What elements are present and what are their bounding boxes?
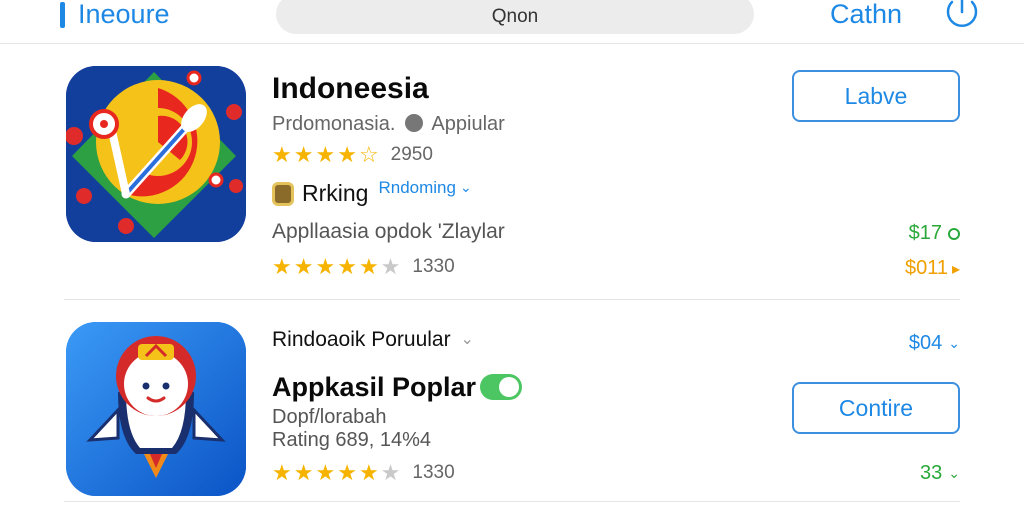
section-dropdown[interactable]: Rindoaoik Poruular ⌄	[272, 328, 474, 352]
search-input-text[interactable]: Qnon	[276, 6, 754, 28]
app-subtitle: Dopf/lorabah	[272, 406, 387, 428]
price-top-value[interactable]: $04	[909, 332, 942, 355]
empty-star-icon: ★	[380, 254, 401, 279]
star-icon: ★	[272, 460, 292, 485]
star-icon: ★	[293, 142, 314, 167]
section-label-text[interactable]: Rindoaoik Poruular	[272, 328, 451, 351]
back-button[interactable]: Ineoure	[78, 0, 170, 28]
app-title[interactable]: Appkasil Poplar	[272, 372, 476, 403]
star-icon: ★	[315, 142, 336, 167]
star-icon: ★	[358, 460, 379, 485]
rating-text: Rating 689, 14%4	[272, 429, 432, 451]
star-icon: ★	[337, 460, 357, 485]
star-icon: ★	[293, 460, 314, 485]
rating-count: 2950	[390, 144, 433, 165]
price-secondary-value: $011	[904, 257, 948, 279]
price-primary: $17	[909, 222, 960, 245]
star-icon: ★	[315, 254, 336, 279]
price-bottom-value[interactable]: 33	[920, 462, 942, 485]
ranking-dropdown[interactable]: Rndoming	[378, 178, 456, 198]
power-icon[interactable]	[944, 0, 980, 30]
cancel-button[interactable]: Cathn	[830, 0, 902, 28]
get-button[interactable]: Labve	[792, 70, 960, 122]
star-icon: ★	[337, 142, 357, 167]
continue-button[interactable]: Contire	[792, 382, 960, 434]
price-bottom[interactable]: 33 ⌄	[920, 462, 960, 485]
price-primary-value: $17	[908, 222, 942, 244]
empty-star-icon: ★	[380, 460, 401, 485]
star-icon: ★	[337, 254, 357, 279]
medal-icon	[272, 181, 294, 206]
rating-count: 1330	[412, 462, 455, 483]
ranking-label: Rrking	[302, 180, 369, 206]
chevron-down-icon[interactable]: ⌄	[948, 465, 960, 482]
app-description: Appllaasia opdok 'Zlaylar	[272, 220, 505, 243]
star-icon: ★	[315, 460, 336, 485]
app-list-item[interactable]: Indoneesia Prdomonasia. Appiular ★ ★ ★ ★…	[64, 64, 960, 300]
developer-name: Prdomonasia.	[272, 113, 396, 135]
app-list-item[interactable]: Rindoaoik Poruular ⌄ $04 ⌄ Appkasil Popl…	[64, 322, 960, 502]
search-field[interactable]: Qnon	[276, 0, 754, 34]
chevron-down-icon[interactable]: ⌄	[460, 179, 472, 196]
play-icon: ▸	[951, 260, 960, 278]
toggle-switch[interactable]	[480, 374, 522, 400]
app-icon-rocket[interactable]	[66, 322, 246, 496]
star-icon: ★	[293, 254, 314, 279]
rating-stars: ★ ★ ★ ★ ☆ 2950	[272, 144, 433, 166]
rating-count: 1330	[412, 256, 455, 277]
secondary-rating-stars: ★ ★ ★ ★ ★ ★ 1330	[272, 256, 455, 278]
half-star-icon: ☆	[358, 142, 379, 167]
app-developer: Prdomonasia. Appiular	[272, 113, 505, 136]
back-indicator	[60, 2, 65, 28]
rating-stars: ★ ★ ★ ★ ★ ★ 1330	[272, 462, 455, 484]
app-title[interactable]: Indoneesia	[272, 72, 429, 106]
ranking-row: Rrking Rndoming ⌄	[272, 178, 472, 207]
star-icon: ★	[358, 254, 379, 279]
refresh-icon	[948, 227, 960, 240]
chevron-down-icon[interactable]: ⌄	[460, 331, 473, 348]
pin-icon	[404, 113, 423, 132]
toggle-knob	[499, 377, 519, 397]
price-top[interactable]: $04 ⌄	[909, 332, 960, 355]
top-navigation-bar: Ineoure Qnon Cathn	[0, 0, 1024, 44]
star-icon: ★	[272, 254, 292, 279]
star-icon: ★	[272, 142, 292, 167]
app-category: Appiular	[431, 113, 505, 135]
app-icon-dial[interactable]	[66, 66, 246, 242]
price-secondary: $011 ▸	[905, 257, 960, 280]
chevron-down-icon[interactable]: ⌄	[948, 335, 960, 352]
